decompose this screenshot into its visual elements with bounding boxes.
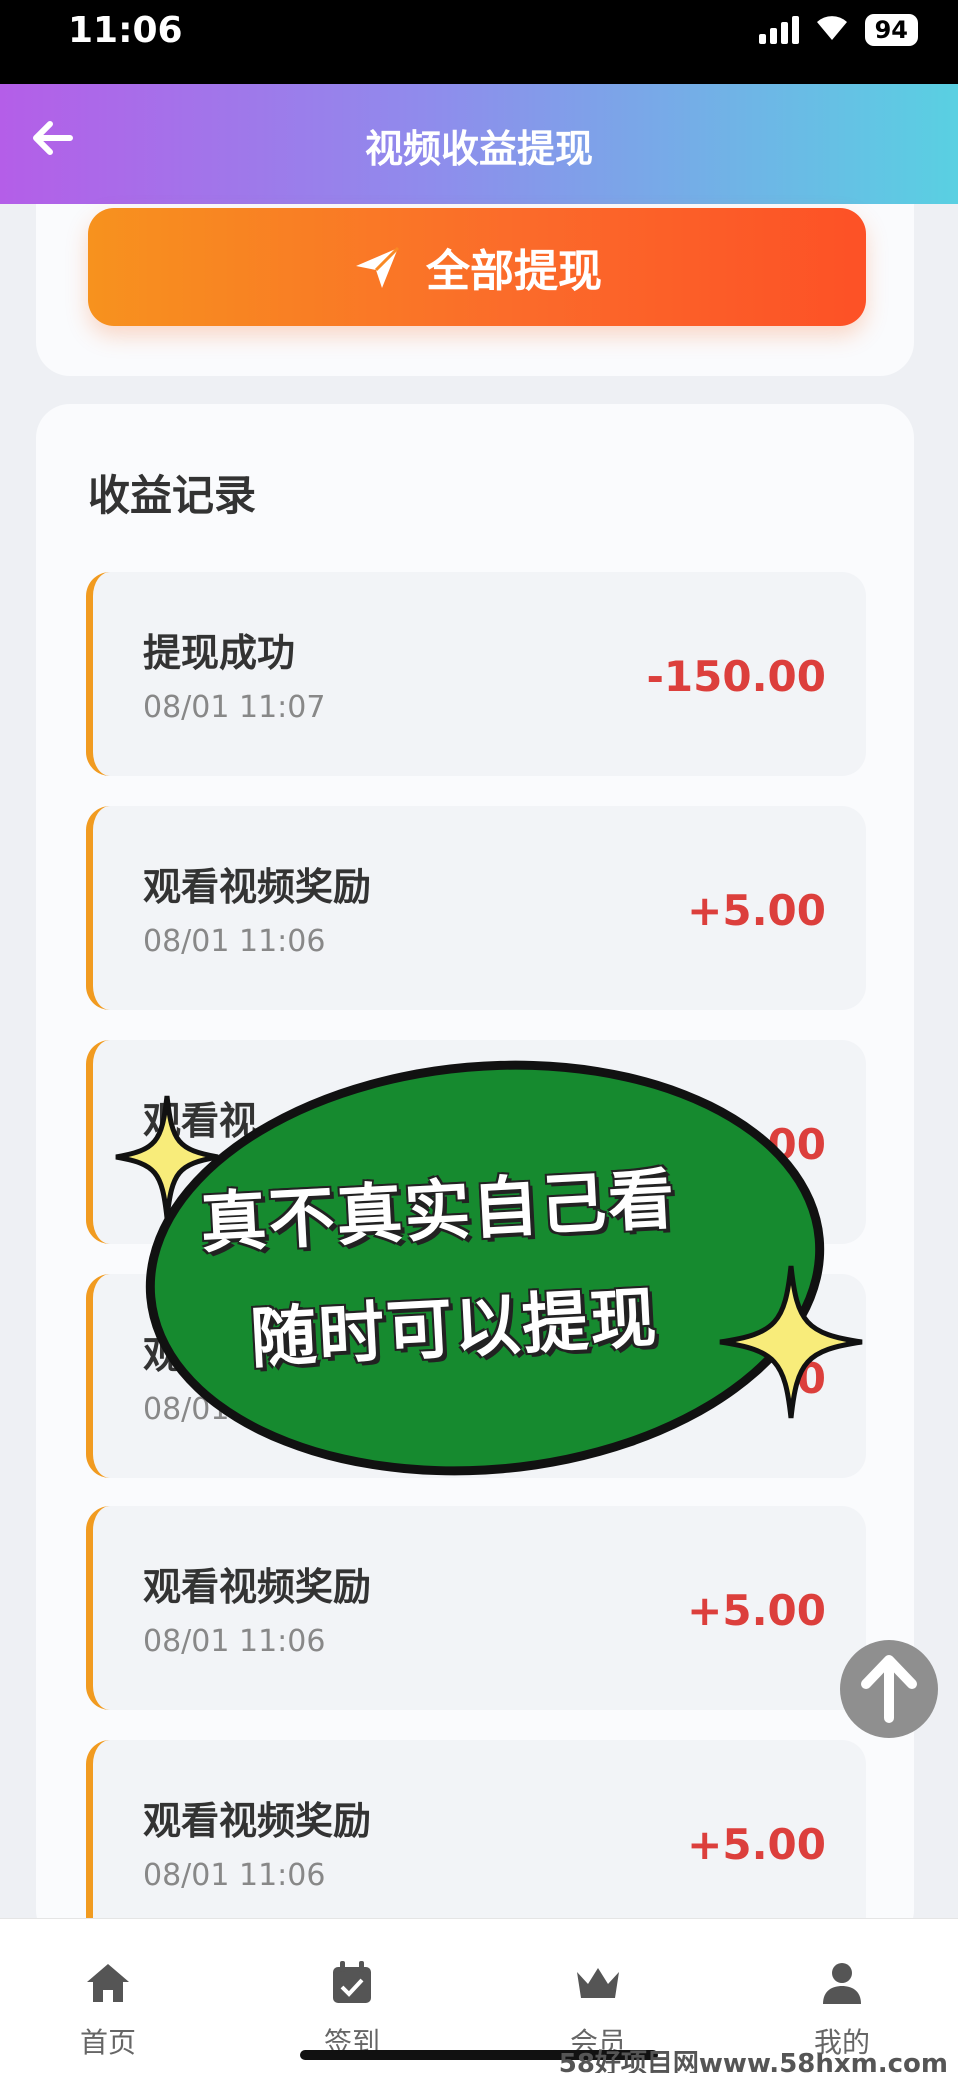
page-title: 视频收益提现	[364, 127, 593, 171]
withdraw-all-label: 全部提现	[426, 246, 602, 297]
scroll-top-button[interactable]	[840, 1640, 938, 1738]
record-label: 观看视频奖励	[143, 865, 372, 909]
sparkle-icon	[719, 1265, 863, 1419]
arrow-up-icon	[861, 1655, 917, 1723]
record-amount: +5.00	[687, 1586, 826, 1635]
record-item: 观看视频奖励 08/01 11:06 +5.00	[86, 1506, 866, 1710]
record-time: 08/01 11:06	[143, 924, 326, 959]
record-amount: -150.00	[646, 652, 826, 701]
records-title: 收益记录	[88, 471, 257, 520]
crown-icon	[577, 1968, 619, 1998]
tab-label: 首页	[79, 2026, 136, 2059]
record-item: 观看视频奖励 08/01 11:06 +5.00	[86, 1740, 866, 1944]
calendar-check-icon	[333, 1961, 371, 2003]
status-icons: 94	[758, 12, 918, 48]
page-header: 视频收益提现	[0, 84, 958, 204]
home-icon	[87, 1964, 129, 2002]
record-amount: +5.00	[687, 1820, 826, 1869]
user-icon	[823, 1963, 861, 2004]
battery-indicator: 94	[864, 14, 918, 46]
record-amount: +5.00	[687, 886, 826, 935]
record-label: 观看视频奖励	[143, 1799, 372, 1843]
record-item: 观看视频奖励 08/01 11:06 +5.00	[86, 806, 866, 1010]
tab-home[interactable]: 首页	[48, 1955, 168, 2061]
record-item: 提现成功 08/01 11:07 -150.00	[86, 572, 866, 776]
record-time: 08/01 11:06	[143, 1624, 326, 1659]
tab-checkin[interactable]: 签到	[292, 1955, 412, 2061]
record-time: 08/01 11:06	[143, 1858, 326, 1893]
status-time: 11:06	[68, 10, 183, 51]
record-label: 观看视频奖励	[143, 1565, 372, 1609]
record-time: 08/01 11:07	[143, 690, 326, 725]
watermark: 58好项目网www.58hxm.com	[558, 2049, 948, 2073]
wifi-icon	[813, 12, 851, 48]
withdraw-all-button[interactable]: 全部提现	[88, 208, 866, 326]
status-bar: 11:06 94	[0, 0, 958, 84]
signal-icon	[758, 16, 799, 44]
record-label: 提现成功	[143, 631, 296, 675]
paper-plane-icon	[356, 246, 400, 288]
